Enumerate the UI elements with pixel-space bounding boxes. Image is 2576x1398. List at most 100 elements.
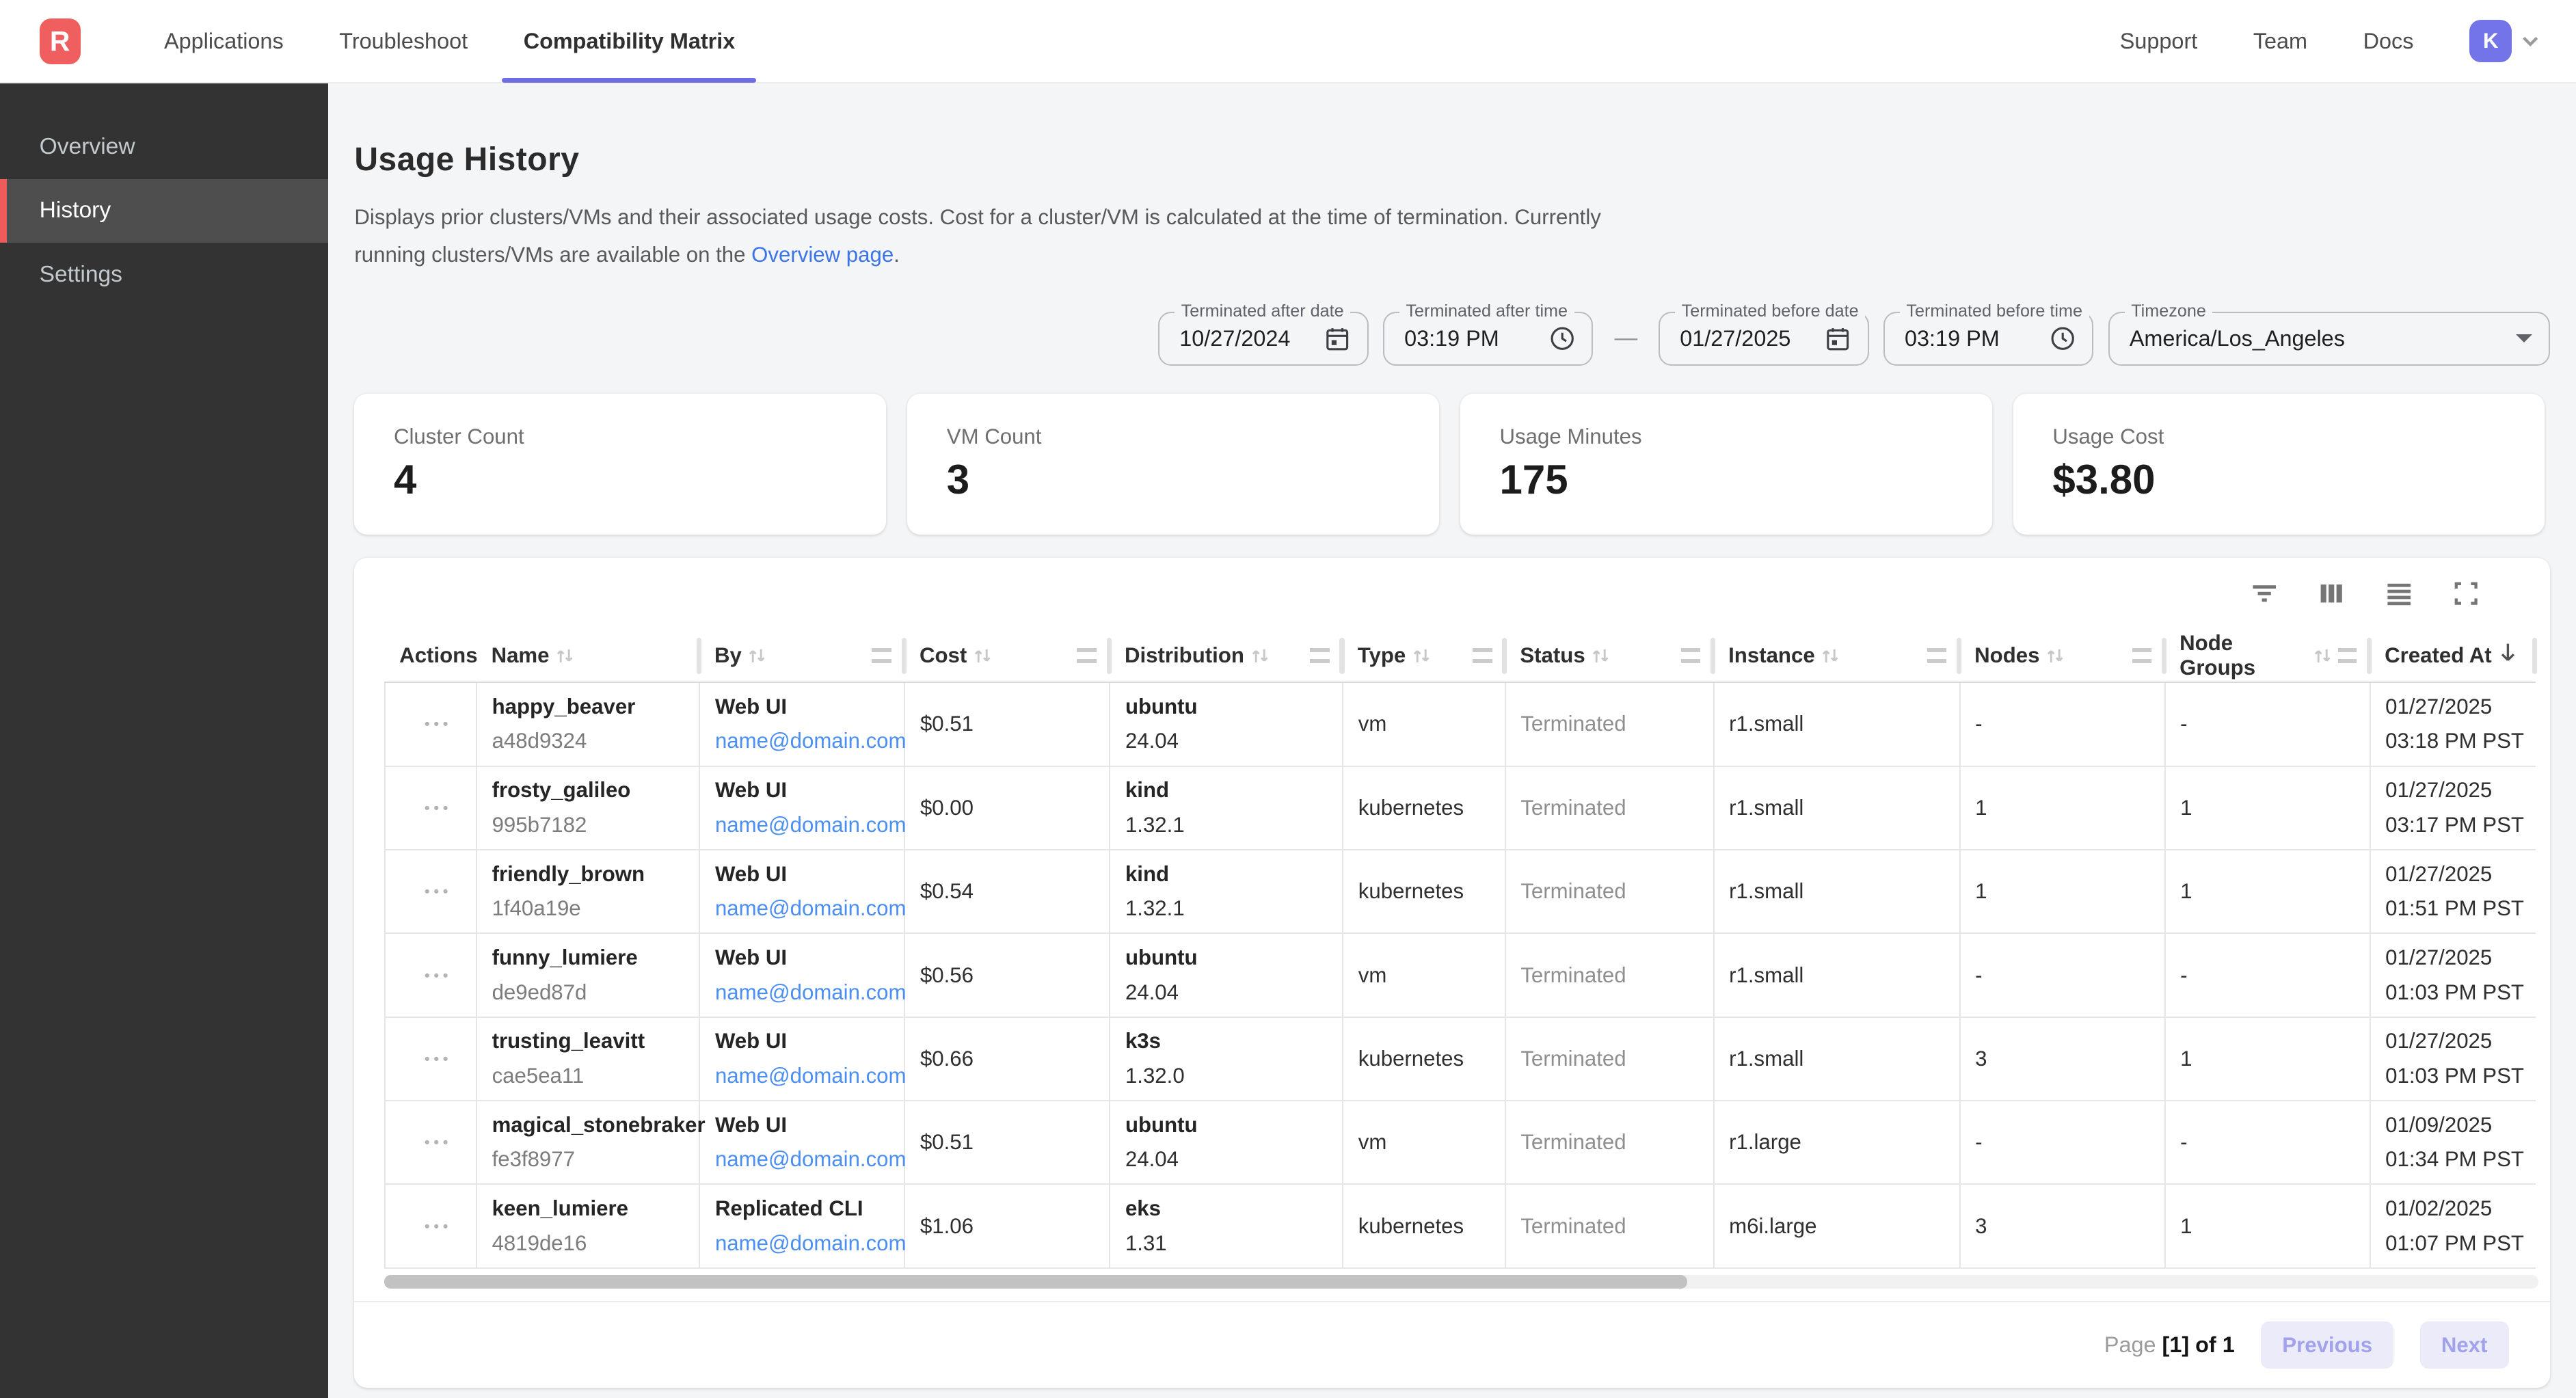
email-link[interactable]: name@domain.com xyxy=(715,729,907,753)
cell-name: happy_beavera48d9324 xyxy=(477,682,699,766)
column-header-instance[interactable]: Instance xyxy=(1714,630,1960,682)
email-link[interactable]: name@domain.com xyxy=(715,980,907,1004)
cell-type: vm xyxy=(1343,933,1505,1017)
row-actions-button[interactable]: ●●● xyxy=(400,970,476,981)
email-link[interactable]: name@domain.com xyxy=(715,1064,907,1088)
row-actions-button[interactable]: ●●● xyxy=(400,803,476,814)
account-menu[interactable]: K xyxy=(2469,20,2543,62)
nav-link-support[interactable]: Support xyxy=(2120,29,2197,54)
column-header-node_groups[interactable]: Node Groups xyxy=(2165,630,2370,682)
columns-icon[interactable] xyxy=(2313,576,2350,612)
primary-nav: Applications Troubleshoot Compatibility … xyxy=(136,0,763,83)
column-header-cost[interactable]: Cost xyxy=(904,630,1110,682)
nav-item-troubleshoot[interactable]: Troubleshoot xyxy=(311,0,495,83)
column-resize-handle[interactable] xyxy=(2532,638,2537,674)
row-actions-button[interactable]: ●●● xyxy=(400,718,476,729)
page-title: Usage History xyxy=(354,141,2549,178)
sidebar-item-history[interactable]: History xyxy=(0,179,328,243)
column-header-nodes[interactable]: Nodes xyxy=(1960,630,2165,682)
terminated-before-time-field[interactable]: Terminated before time 03:19 PM xyxy=(1883,312,2093,366)
row-actions-button[interactable]: ●●● xyxy=(400,886,476,897)
main-content: Usage History Displays prior clusters/VM… xyxy=(328,83,2576,1397)
column-menu-icon[interactable] xyxy=(1077,648,1097,663)
sort-icon[interactable] xyxy=(2313,646,2331,666)
nav-link-team[interactable]: Team xyxy=(2253,29,2307,54)
fullscreen-icon[interactable] xyxy=(2448,576,2484,612)
sort-icon[interactable] xyxy=(556,646,574,666)
column-label: Name xyxy=(492,643,550,668)
column-menu-icon[interactable] xyxy=(1310,648,1330,663)
next-page-button[interactable]: Next xyxy=(2420,1321,2509,1369)
cell-instance: m6i.large xyxy=(1714,1184,1960,1267)
scrollbar-thumb[interactable] xyxy=(384,1275,1687,1288)
replicated-logo-icon[interactable]: R xyxy=(40,18,81,64)
nav-item-compatibility-matrix[interactable]: Compatibility Matrix xyxy=(496,0,763,83)
column-menu-icon[interactable] xyxy=(2132,648,2152,663)
table-row: ●●●magical_stonebrakerfe3f8977Web UIname… xyxy=(385,1101,2536,1184)
email-link[interactable]: name@domain.com xyxy=(715,896,907,920)
terminated-after-date-field[interactable]: Terminated after date 10/27/2024 xyxy=(1158,312,1368,366)
calendar-icon[interactable] xyxy=(1324,325,1350,351)
timezone-select[interactable]: Timezone America/Los_Angeles xyxy=(2108,312,2550,366)
column-header-name[interactable]: Name xyxy=(477,630,699,682)
cell-status: Terminated xyxy=(1505,1184,1714,1267)
column-menu-icon[interactable] xyxy=(1681,648,1701,663)
clock-icon[interactable] xyxy=(1549,325,1575,351)
stat-cards: Cluster Count 4 VM Count 3 Usage Minutes… xyxy=(354,394,2549,535)
sort-icon[interactable] xyxy=(1592,646,1609,666)
column-menu-icon[interactable] xyxy=(1473,648,1492,663)
email-link[interactable]: name@domain.com xyxy=(715,813,907,837)
sort-icon[interactable] xyxy=(974,646,991,666)
cell-type: kubernetes xyxy=(1343,1017,1505,1101)
cell-created-at: 01/02/202501:07 PM PST xyxy=(2370,1184,2536,1267)
column-label: Distribution xyxy=(1125,643,1244,668)
email-link[interactable]: name@domain.com xyxy=(715,1147,907,1171)
table-row: ●●●keen_lumiere4819de16Replicated CLInam… xyxy=(385,1184,2536,1267)
cell-actions: ●●● xyxy=(385,850,477,933)
column-header-by[interactable]: By xyxy=(699,630,904,682)
sort-icon[interactable] xyxy=(1412,646,1430,666)
nav-right: Support Team Docs K xyxy=(2120,20,2543,62)
email-link[interactable]: name@domain.com xyxy=(715,1231,907,1255)
cell-instance: r1.large xyxy=(1714,1101,1960,1184)
cell-nodes: - xyxy=(1960,1101,2165,1184)
column-header-type[interactable]: Type xyxy=(1343,630,1505,682)
column-label: Node Groups xyxy=(2179,631,2307,680)
sort-desc-icon[interactable] xyxy=(2498,641,2518,670)
column-header-created_at[interactable]: Created At xyxy=(2370,630,2536,682)
terminated-before-date-field[interactable]: Terminated before date 01/27/2025 xyxy=(1659,312,1868,366)
sort-icon[interactable] xyxy=(2046,646,2064,666)
sidebar-item-overview[interactable]: Overview xyxy=(0,115,328,179)
clock-icon[interactable] xyxy=(2050,325,2076,351)
nav-item-applications[interactable]: Applications xyxy=(136,0,311,83)
column-header-distribution[interactable]: Distribution xyxy=(1110,630,1343,682)
cell-by: Web UIname@domain.com xyxy=(699,933,904,1017)
nav-link-docs[interactable]: Docs xyxy=(2363,29,2414,54)
row-actions-button[interactable]: ●●● xyxy=(400,1221,476,1232)
column-menu-icon[interactable] xyxy=(2338,648,2357,663)
sort-icon[interactable] xyxy=(748,646,766,666)
sidebar: Overview History Settings xyxy=(0,83,328,1397)
avatar[interactable]: K xyxy=(2469,20,2512,62)
cell-by: Web UIname@domain.com xyxy=(699,1017,904,1101)
row-actions-button[interactable]: ●●● xyxy=(400,1053,476,1064)
column-header-actions: Actions xyxy=(385,630,477,682)
terminated-after-time-field[interactable]: Terminated after time 03:19 PM xyxy=(1383,312,1593,366)
sort-icon[interactable] xyxy=(1821,646,1839,666)
horizontal-scrollbar[interactable] xyxy=(384,1275,2538,1288)
sidebar-item-settings[interactable]: Settings xyxy=(0,243,328,307)
stat-card-usage-cost: Usage Cost $3.80 xyxy=(2013,394,2545,535)
cell-cost: $0.54 xyxy=(904,850,1110,933)
row-actions-button[interactable]: ●●● xyxy=(400,1137,476,1148)
column-menu-icon[interactable] xyxy=(1927,648,1947,663)
sort-icon[interactable] xyxy=(1251,646,1269,666)
previous-page-button[interactable]: Previous xyxy=(2261,1321,2393,1369)
field-value: 03:19 PM xyxy=(1905,326,2050,351)
column-header-status[interactable]: Status xyxy=(1505,630,1714,682)
calendar-icon[interactable] xyxy=(1825,325,1851,351)
overview-page-link[interactable]: Overview page xyxy=(751,243,894,267)
filter-icon[interactable] xyxy=(2246,576,2283,612)
column-menu-icon[interactable] xyxy=(872,648,891,663)
table-row: ●●●funny_lumierede9ed87dWeb UIname@domai… xyxy=(385,933,2536,1017)
density-icon[interactable] xyxy=(2380,576,2417,612)
